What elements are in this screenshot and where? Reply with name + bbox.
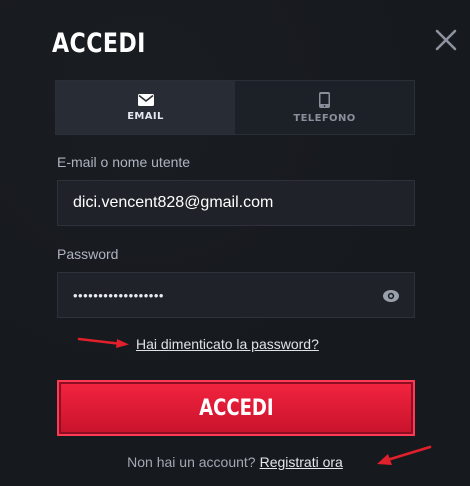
email-field[interactable]: dici.vencent828@gmail.com [57, 180, 415, 226]
email-value: dici.vencent828@gmail.com [73, 194, 274, 211]
envelope-icon [137, 93, 154, 106]
tab-email-label: EMAIL [127, 110, 164, 122]
password-label: Password [57, 246, 119, 262]
password-value: •••••••••••••••••• [73, 287, 164, 303]
annotation-arrow-icon [77, 337, 129, 348]
tab-telefono[interactable]: TELEFONO [235, 81, 414, 134]
eye-icon[interactable] [382, 287, 400, 305]
tab-telefono-label: TELEFONO [293, 112, 356, 124]
phone-icon [319, 91, 330, 108]
tab-email[interactable]: EMAIL [56, 81, 235, 134]
forgot-password-link[interactable]: Hai dimenticato la password? [136, 336, 319, 352]
login-method-tabs: EMAIL TELEFONO [55, 80, 415, 135]
login-submit-label: ACCEDI [198, 395, 274, 421]
modal-title: ACCEDI [52, 28, 146, 59]
close-icon[interactable] [432, 26, 460, 54]
login-modal: ACCEDI EMAIL TELEFONO E-mail o nome uten… [0, 0, 470, 486]
register-prompt-text: Non hai un account? [127, 454, 256, 470]
annotation-arrow-icon [377, 445, 432, 465]
register-link[interactable]: Registrati ora [260, 454, 343, 470]
email-label: E-mail o nome utente [57, 154, 191, 170]
password-field[interactable]: •••••••••••••••••• [57, 272, 415, 318]
login-submit-button[interactable]: ACCEDI [57, 380, 415, 436]
